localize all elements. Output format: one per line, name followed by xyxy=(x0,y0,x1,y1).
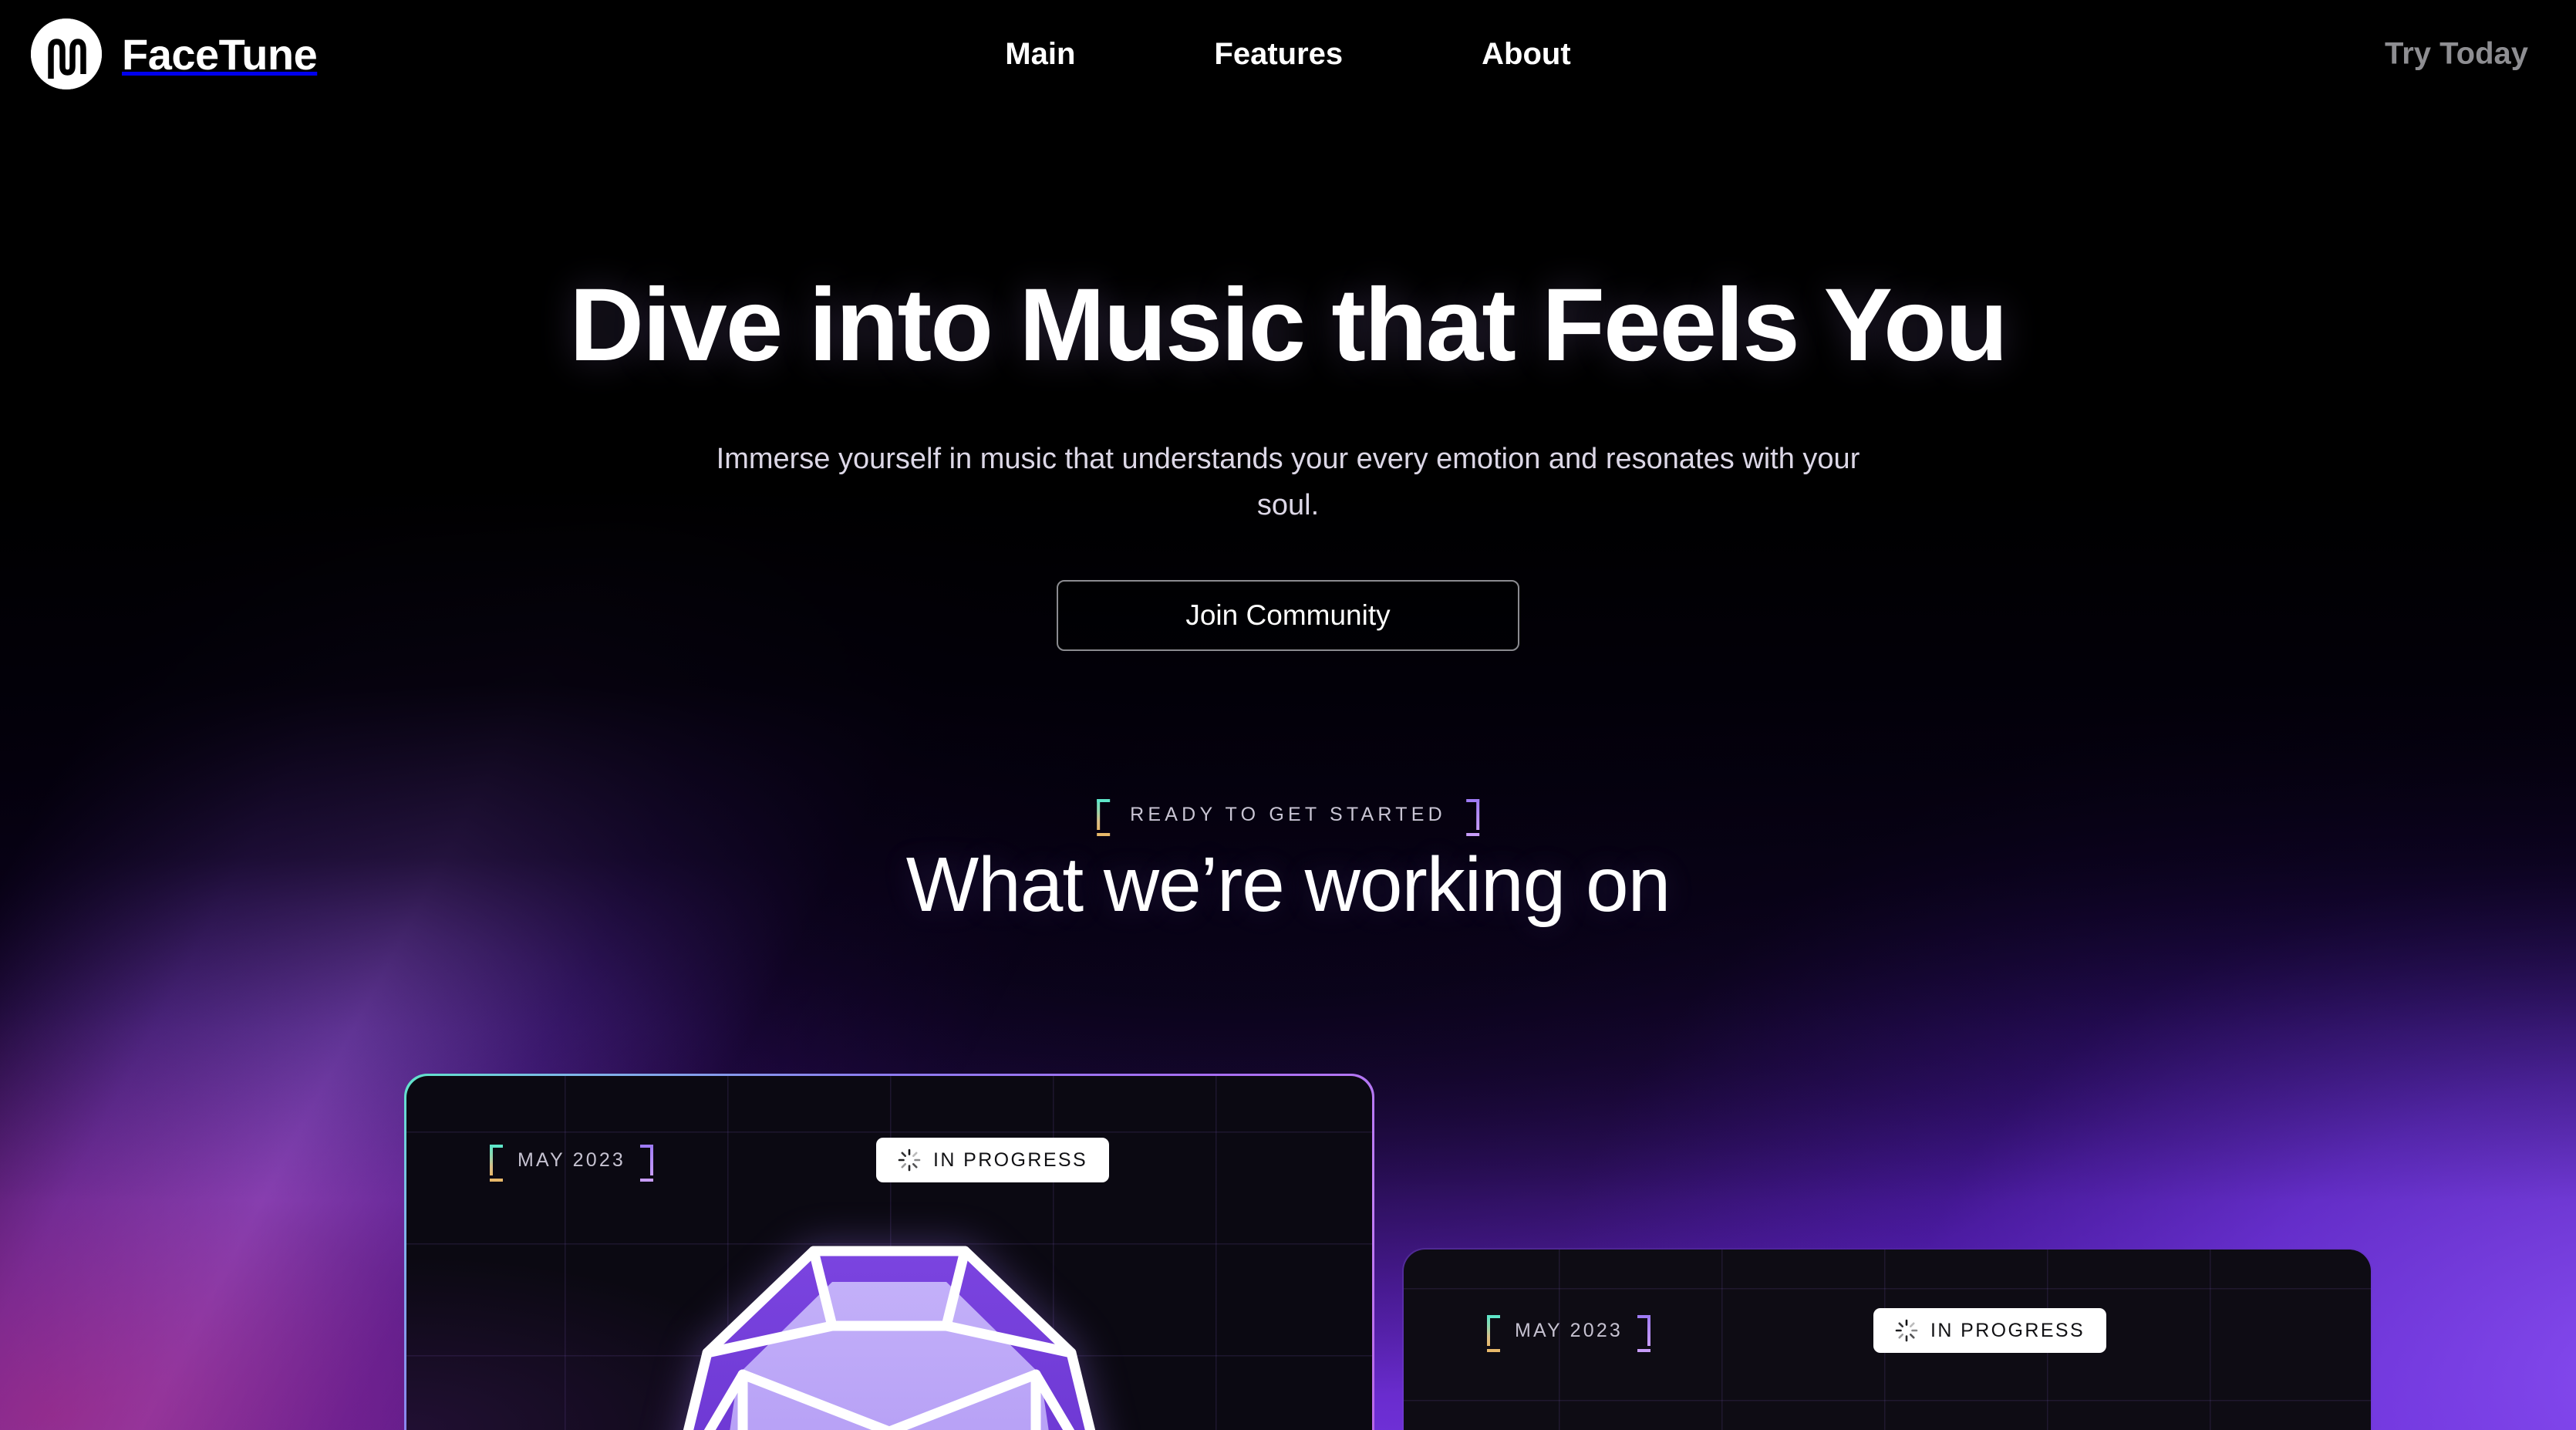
loading-spinner-icon xyxy=(898,1148,921,1172)
status-badge-label: IN PROGRESS xyxy=(933,1148,1088,1171)
status-badge[interactable]: IN PROGRESS xyxy=(1873,1308,2107,1353)
purple-crystal-gem-illustration xyxy=(612,1237,1167,1430)
site-header: FaceTune Main Features About Try Today xyxy=(0,0,2576,108)
nav-item-about[interactable]: About xyxy=(1482,37,1571,72)
status-badge[interactable]: IN PROGRESS xyxy=(876,1138,1110,1182)
section-eyebrow: READY TO GET STARTED xyxy=(1097,799,1479,836)
roadmap-card[interactable]: MAY 2023 IN PROGRESS xyxy=(1402,1248,2372,1430)
bracket-left-icon xyxy=(1487,1315,1500,1352)
status-badge-label: IN PROGRESS xyxy=(1930,1319,2085,1341)
card-date-label: MAY 2023 xyxy=(518,1148,626,1171)
section-eyebrow-label: READY TO GET STARTED xyxy=(1130,803,1446,825)
card-header: MAY 2023 IN PROGRESS xyxy=(406,1076,1372,1244)
landing-page: FaceTune Main Features About Try Today D… xyxy=(0,0,2576,1430)
main-navigation: Main Features About xyxy=(0,0,2576,108)
try-today-link[interactable]: Try Today xyxy=(2385,37,2528,72)
roadmap-card[interactable]: MAY 2023 IN PROGRESS xyxy=(404,1074,1374,1430)
card-header: MAY 2023 IN PROGRESS xyxy=(1404,1250,2371,1411)
brand-name: FaceTune xyxy=(122,29,318,79)
card-date: MAY 2023 xyxy=(490,1145,654,1182)
hero-title: Dive into Music that Feels You xyxy=(569,268,2008,383)
brand-logo-link[interactable]: FaceTune xyxy=(31,19,318,89)
bracket-right-icon xyxy=(1465,799,1479,836)
hero-subtitle: Immerse yourself in music that understan… xyxy=(716,443,1860,522)
bracket-left-icon xyxy=(490,1145,503,1182)
section-title: What we’re working on xyxy=(905,841,1671,928)
card-date: MAY 2023 xyxy=(1487,1315,1651,1352)
waveform-logo-icon xyxy=(31,19,102,89)
nav-item-main[interactable]: Main xyxy=(1005,37,1075,72)
loading-spinner-icon xyxy=(1895,1319,1918,1342)
nav-item-features[interactable]: Features xyxy=(1214,37,1343,72)
join-community-button[interactable]: Join Community xyxy=(1057,580,1519,651)
card-date-label: MAY 2023 xyxy=(1515,1319,1623,1341)
bracket-right-icon xyxy=(640,1145,654,1182)
bracket-right-icon xyxy=(1637,1315,1651,1352)
bracket-left-icon xyxy=(1097,799,1111,836)
